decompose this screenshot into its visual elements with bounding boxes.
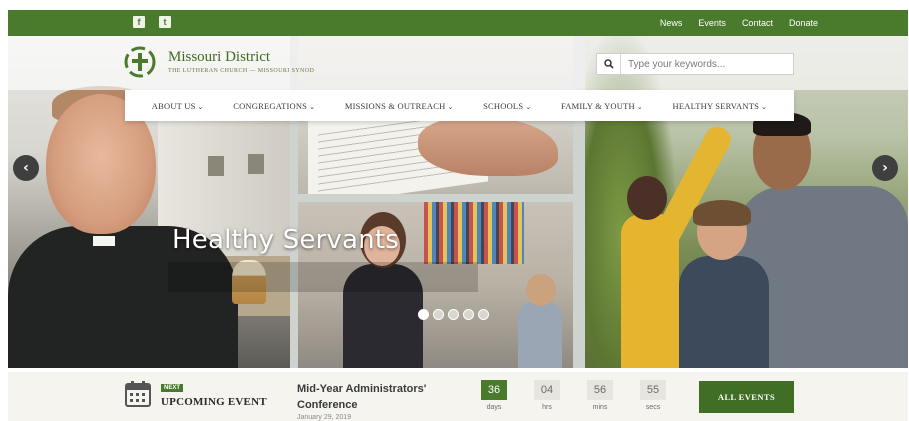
prev-slide-button[interactable]: ‹ [13, 155, 39, 181]
nav-schools[interactable]: SCHOOLS ⌄ [483, 101, 531, 111]
chevron-down-icon: ⌄ [197, 102, 204, 111]
nav-missions-outreach[interactable]: MISSIONS & OUTREACH ⌄ [345, 101, 454, 111]
countdown-unit: hrs [542, 404, 552, 411]
chevron-right-icon: › [882, 160, 888, 176]
search-box [596, 53, 794, 75]
slide-caption-backdrop [168, 262, 478, 292]
countdown-minutes: 56 mins [587, 380, 613, 411]
countdown-hours: 04 hrs [534, 380, 560, 411]
social-links: f t [133, 16, 171, 28]
slide-dots [418, 309, 489, 320]
chevron-down-icon: ⌄ [761, 102, 768, 111]
site-logo[interactable]: Missouri District THE LUTHERAN CHURCH — … [122, 44, 314, 80]
calendar-icon [125, 381, 151, 407]
countdown-seconds: 55 secs [640, 380, 666, 411]
slide-dot[interactable] [418, 309, 429, 320]
chevron-left-icon: ‹ [23, 160, 29, 176]
main-nav: ABOUT US ⌄ CONGREGATIONS ⌄ MISSIONS & OUTR… [125, 90, 794, 121]
slide-dot[interactable] [433, 309, 444, 320]
facebook-icon[interactable]: f [133, 16, 145, 28]
search-button[interactable] [597, 54, 621, 74]
chevron-down-icon: ⌄ [447, 102, 454, 111]
nav-family-youth[interactable]: FAMILY & YOUTH ⌄ [561, 101, 643, 111]
all-events-button[interactable]: ALL EVENTS [699, 381, 794, 413]
next-badge: NEXT [161, 384, 184, 392]
logo-title: Missouri District [168, 49, 271, 65]
event-title[interactable]: Mid-Year Administrators' Conference [297, 381, 457, 413]
next-slide-button[interactable]: › [872, 155, 898, 181]
nav-congregations[interactable]: CONGREGATIONS ⌄ [233, 101, 315, 111]
countdown-value: 56 [587, 380, 613, 400]
slide-dot[interactable] [478, 309, 489, 320]
countdown-unit: mins [592, 404, 608, 411]
nav-about-us[interactable]: ABOUT US ⌄ [152, 101, 204, 111]
top-bar: f t News Events Contact Donate [8, 10, 908, 36]
search-input[interactable] [621, 58, 791, 70]
events-link[interactable]: Events [690, 18, 734, 28]
chevron-down-icon: ⌄ [309, 102, 316, 111]
contact-link[interactable]: Contact [734, 18, 781, 28]
news-link[interactable]: News [652, 18, 691, 28]
chevron-down-icon: ⌄ [636, 102, 643, 111]
logo-subtitle: THE LUTHERAN CHURCH — MISSOURI SYNOD [168, 68, 315, 74]
search-icon [603, 59, 614, 69]
slide-dot[interactable] [463, 309, 474, 320]
twitter-icon[interactable]: t [159, 16, 171, 28]
slide-dot[interactable] [448, 309, 459, 320]
nav-healthy-servants[interactable]: HEALTHY SERVANTS ⌄ [673, 101, 768, 111]
chevron-down-icon: ⌄ [525, 102, 532, 111]
event-date: January 29, 2019 [297, 414, 352, 421]
countdown-value: 36 [481, 380, 507, 400]
countdown-value: 04 [534, 380, 560, 400]
countdown-days: 36 days [481, 380, 507, 411]
countdown-value: 55 [640, 380, 666, 400]
upcoming-event-heading: UPCOMING EVENT [161, 396, 267, 408]
utility-links: News Events Contact Donate [652, 10, 826, 36]
cross-emblem-icon [122, 44, 158, 80]
countdown-unit: secs [645, 404, 661, 411]
slide-title: Healthy Servants [172, 225, 399, 255]
countdown-unit: days [486, 404, 502, 411]
donate-link[interactable]: Donate [781, 18, 826, 28]
